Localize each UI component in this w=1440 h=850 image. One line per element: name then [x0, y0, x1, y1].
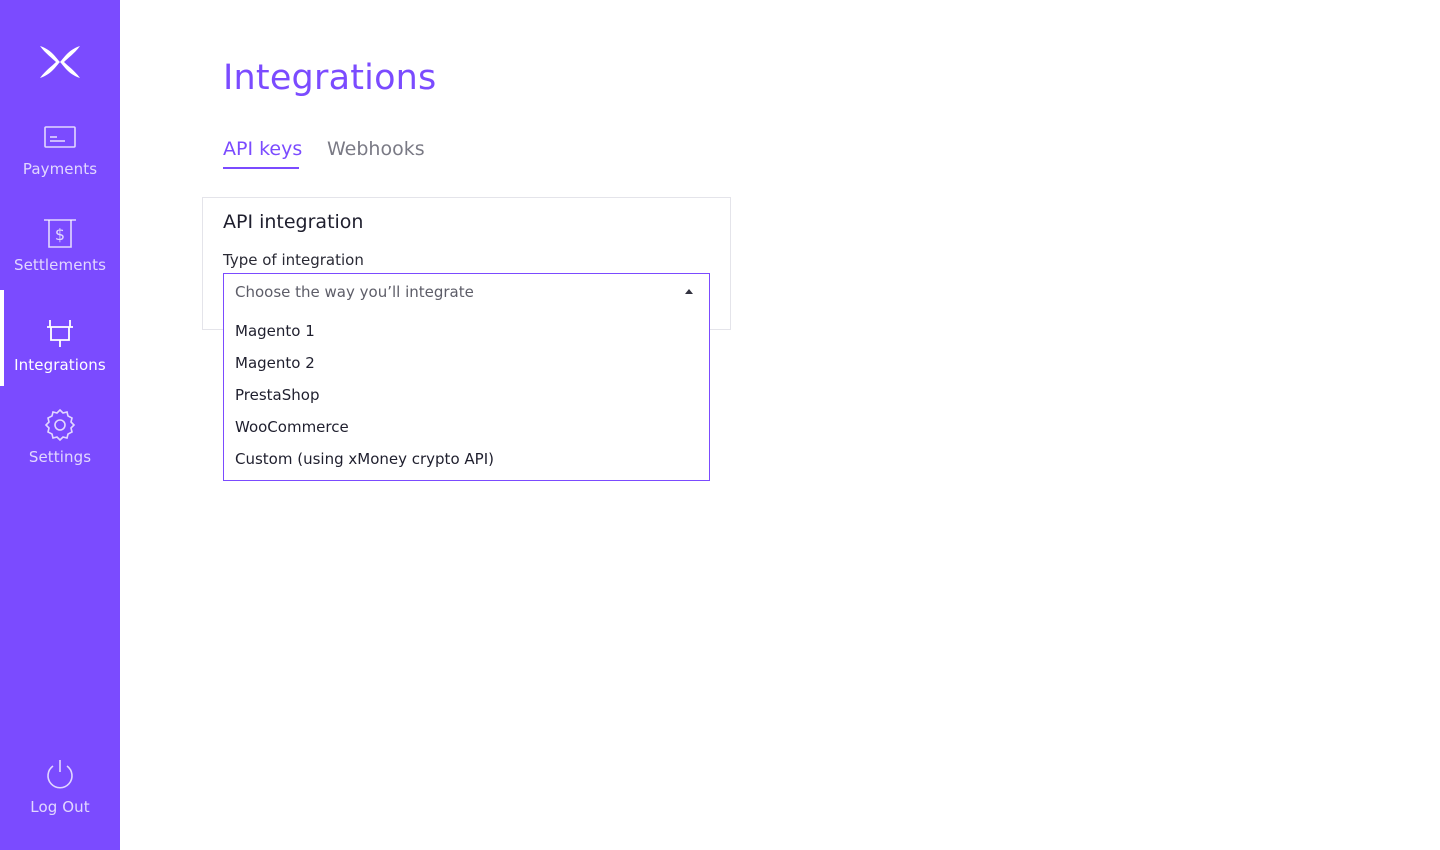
integration-type-label: Type of integration — [223, 251, 364, 269]
logout-button[interactable]: Log Out — [0, 732, 120, 828]
svg-text:$: $ — [55, 225, 65, 244]
dropdown-option-prestashop[interactable]: PrestaShop — [235, 380, 705, 410]
integration-type-select[interactable]: Choose the way you’ll integrate — [223, 273, 710, 309]
sidebar-item-payments[interactable]: Payments — [0, 94, 120, 190]
page-title: Integrations — [223, 58, 437, 98]
tab-label: Webhooks — [327, 138, 425, 160]
tab-webhooks[interactable]: Webhooks — [327, 138, 425, 160]
sidebar-item-label: Settlements — [13, 256, 107, 274]
card-title: API integration — [223, 211, 364, 233]
plug-icon — [43, 316, 77, 350]
sidebar-item-label: Integrations — [14, 356, 106, 374]
card-icon — [43, 120, 77, 154]
power-icon — [43, 758, 77, 792]
tab-api-keys[interactable]: API keys — [223, 138, 303, 169]
dropdown-option-custom-api[interactable]: Custom (using xMoney crypto API) — [235, 444, 705, 474]
tab-label: API keys — [223, 138, 303, 160]
sidebar-item-label: Settings — [28, 448, 92, 466]
caret-up-icon — [685, 289, 693, 294]
dropdown-option-magento-2[interactable]: Magento 2 — [235, 348, 705, 378]
x-logo-icon[interactable] — [38, 44, 82, 80]
sidebar: Payments $ Settlements Integrations Sett… — [0, 0, 120, 850]
dropdown-option-woocommerce[interactable]: WooCommerce — [235, 412, 705, 442]
sidebar-item-integrations[interactable]: Integrations — [0, 290, 120, 386]
sidebar-item-settlements[interactable]: $ Settlements — [0, 190, 120, 286]
dropdown-option-magento-1[interactable]: Magento 1 — [235, 316, 705, 346]
sidebar-item-settings[interactable]: Settings — [0, 382, 120, 478]
dollar-receipt-icon: $ — [43, 216, 77, 250]
select-placeholder: Choose the way you’ll integrate — [235, 283, 474, 301]
active-tab-underline — [223, 167, 299, 169]
gear-icon — [43, 408, 77, 442]
logout-label: Log Out — [30, 798, 90, 816]
integration-type-dropdown: Magento 1 Magento 2 PrestaShop WooCommer… — [223, 308, 710, 481]
sidebar-item-label: Payments — [22, 160, 98, 178]
